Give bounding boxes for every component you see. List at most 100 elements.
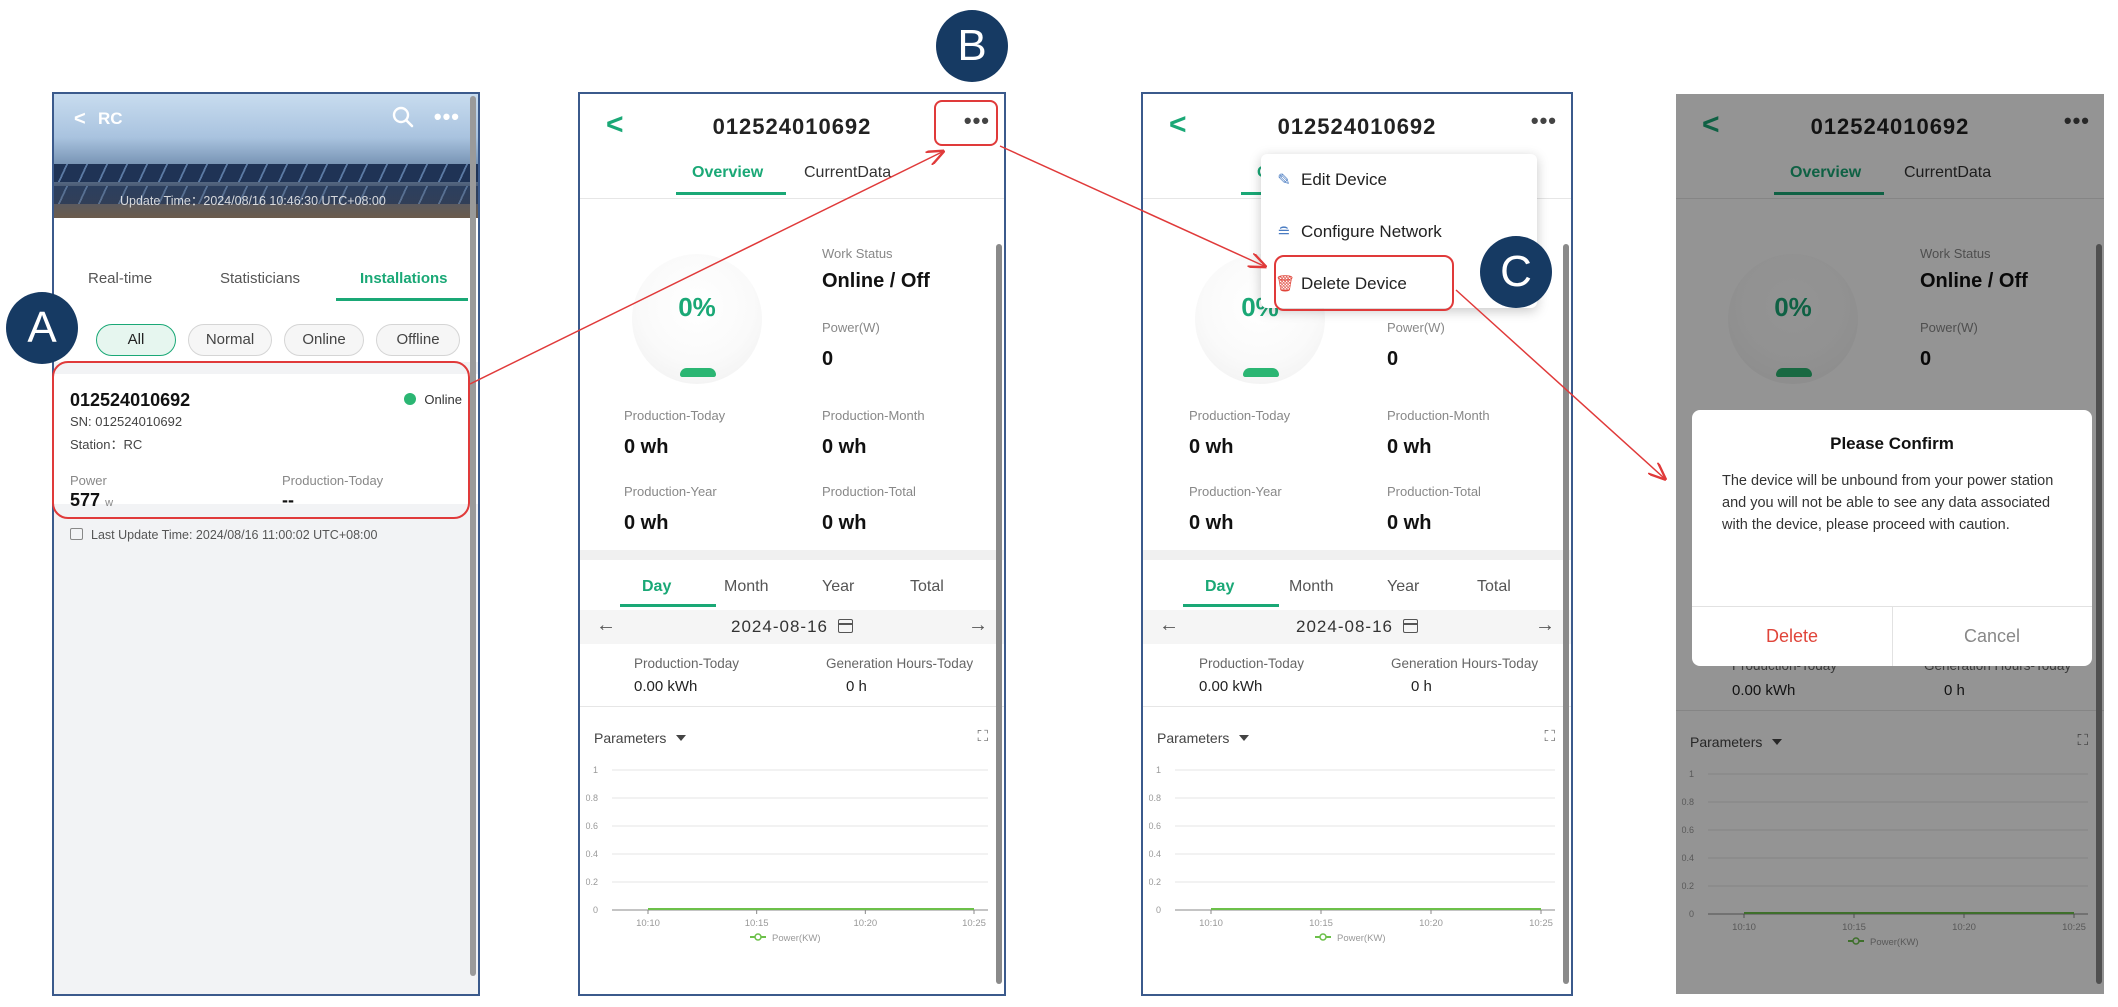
expand-icon[interactable]: ⛶ xyxy=(1544,728,1555,745)
dialog-title: Please Confirm xyxy=(1830,434,1954,453)
active-tab-indicator xyxy=(676,192,786,195)
caret-down-icon xyxy=(676,735,687,741)
last-update-time: Last Update Time: 2024/08/16 11:00:02 UT… xyxy=(70,528,377,542)
production-year-label: Production-Year xyxy=(1189,484,1282,499)
tab-month[interactable]: Month xyxy=(1289,578,1333,596)
generation-hours-value: 0 h xyxy=(1411,678,1432,695)
production-year-value: 0 wh xyxy=(624,512,669,534)
production-month-value: 0 wh xyxy=(822,436,867,458)
next-date-arrow-icon[interactable]: → xyxy=(968,614,988,637)
y-tick-label: 0 xyxy=(593,905,598,915)
menu-item-configure-network[interactable]: ≘ Configure Network xyxy=(1275,222,1441,242)
next-date-arrow-icon[interactable]: → xyxy=(1535,614,1555,637)
step-badge-a: A xyxy=(6,292,78,364)
menu-item-edit-device[interactable]: ✎ Edit Device xyxy=(1275,170,1387,190)
more-options-icon[interactable]: ••• xyxy=(1531,108,1557,134)
scrollbar[interactable] xyxy=(1563,244,1569,984)
cancel-button[interactable]: Cancel xyxy=(1892,626,2092,647)
tab-total[interactable]: Total xyxy=(1477,578,1511,596)
x-tick-label: 10:25 xyxy=(962,918,986,929)
tab-year[interactable]: Year xyxy=(1387,578,1419,596)
filter-normal[interactable]: Normal xyxy=(188,324,272,356)
production-month-value: 0 wh xyxy=(1387,436,1432,458)
x-tick-label: 10:15 xyxy=(1309,918,1333,929)
power-label: Power(W) xyxy=(822,320,880,335)
y-tick-label: 0.4 xyxy=(586,849,598,859)
parameters-dropdown[interactable]: Parameters xyxy=(594,730,687,746)
confirm-dialog: Please Confirm The device will be unboun… xyxy=(1692,410,2092,666)
scrollbar[interactable] xyxy=(470,96,476,976)
step-badge-c: C xyxy=(1480,236,1552,308)
x-tick-label: 10:25 xyxy=(1529,918,1553,929)
divider xyxy=(1143,706,1571,707)
station-title: RC xyxy=(98,109,123,128)
tab-overview[interactable]: Overview xyxy=(692,164,763,182)
tab-installations[interactable]: Installations xyxy=(360,270,448,287)
production-today-value: 0 wh xyxy=(624,436,669,458)
filter-offline[interactable]: Offline xyxy=(376,324,460,356)
power-value: 0 xyxy=(1387,348,1399,370)
tab-real-time[interactable]: Real-time xyxy=(88,270,152,287)
wifi-router-icon: ≘ xyxy=(1277,224,1291,241)
tab-day[interactable]: Day xyxy=(1205,578,1234,596)
y-tick-label: 0.6 xyxy=(586,821,598,831)
highlight-more-button xyxy=(934,100,998,146)
empty-list-area xyxy=(54,554,478,994)
active-tab-indicator xyxy=(336,298,468,301)
generation-hours-label: Generation Hours-Today xyxy=(826,656,974,671)
power-value: 0 xyxy=(822,348,834,370)
production-today-value: 0.00 kWh xyxy=(1199,678,1263,695)
production-today-label: Production-Today xyxy=(634,656,740,671)
step-badge-b: B xyxy=(936,10,1008,82)
x-tick-label: 10:20 xyxy=(853,918,877,929)
expand-icon[interactable]: ⛶ xyxy=(977,728,988,745)
tab-day[interactable]: Day xyxy=(642,578,671,596)
parameters-dropdown[interactable]: Parameters xyxy=(1157,730,1250,746)
filter-online[interactable]: Online xyxy=(284,324,364,356)
production-today-value: 0 wh xyxy=(1189,436,1234,458)
power-chart: 1 0.8 0.6 0.4 0.2 0 10:10 10:15 10:20 10:25 Power(… xyxy=(1149,765,1555,944)
production-year-label: Production-Year xyxy=(624,484,717,499)
production-today-value: 0.00 kWh xyxy=(634,678,698,695)
legend-label: Power(KW) xyxy=(1337,933,1386,944)
legend-marker xyxy=(1319,933,1327,941)
power-label: Power(W) xyxy=(1387,320,1445,335)
filter-all[interactable]: All xyxy=(96,324,176,356)
caret-down-icon xyxy=(1239,735,1250,741)
tab-month[interactable]: Month xyxy=(724,578,768,596)
tab-year[interactable]: Year xyxy=(822,578,854,596)
production-total-value: 0 wh xyxy=(1387,512,1432,534)
calendar-icon xyxy=(70,528,83,540)
production-today-label: Production-Today xyxy=(1189,408,1291,423)
more-options-icon[interactable]: ••• xyxy=(434,104,460,130)
x-tick-label: 10:20 xyxy=(1419,918,1443,929)
production-month-label: Production-Month xyxy=(822,408,925,423)
tab-statisticians[interactable]: Statisticians xyxy=(220,270,300,287)
calendar-icon xyxy=(1402,619,1418,633)
y-tick-label: 0.8 xyxy=(586,793,598,803)
scrollbar[interactable] xyxy=(996,244,1002,984)
y-tick-label: 0 xyxy=(1156,905,1161,915)
section-divider xyxy=(580,550,1004,560)
y-tick-label: 0.2 xyxy=(586,877,598,887)
calendar-icon xyxy=(837,619,853,633)
date-picker[interactable]: 2024-08-16 xyxy=(580,617,1004,637)
production-total-label: Production-Total xyxy=(822,484,916,499)
generation-hours-value: 0 h xyxy=(846,678,867,695)
pencil-icon: ✎ xyxy=(1277,172,1291,189)
production-month-label: Production-Month xyxy=(1387,408,1490,423)
chevron-left-icon[interactable]: < xyxy=(74,108,86,131)
y-tick-label: 0.4 xyxy=(1149,849,1161,859)
phone-screen-device-menu: < 012524010692 ••• Overview CurrentData … xyxy=(1141,92,1573,996)
active-period-indicator xyxy=(1183,604,1279,607)
date-picker[interactable]: 2024-08-16 xyxy=(1143,617,1571,637)
section-divider xyxy=(1143,550,1571,560)
y-tick-label: 1 xyxy=(1156,765,1161,775)
tab-total[interactable]: Total xyxy=(910,578,944,596)
divider xyxy=(580,198,1004,199)
tab-current-data[interactable]: CurrentData xyxy=(804,164,891,182)
delete-button[interactable]: Delete xyxy=(1692,626,1892,647)
phone-screen-installations: < RC ••• Update Time：2024/08/16 10:46:30… xyxy=(52,92,480,996)
dialog-message: The device will be unbound from your pow… xyxy=(1722,473,2054,533)
search-icon[interactable] xyxy=(390,104,416,130)
